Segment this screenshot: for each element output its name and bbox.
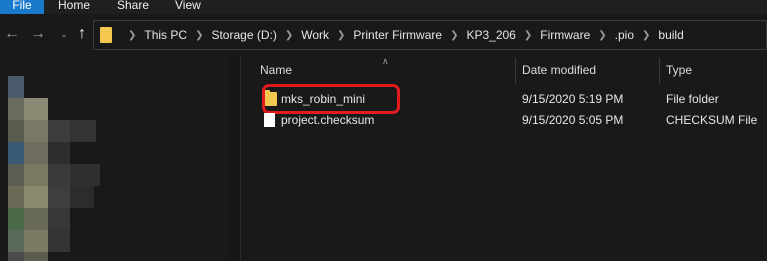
- breadcrumb-kp3-206[interactable]: KP3_206: [466, 28, 515, 42]
- ribbon-tabs: File Home Share View: [0, 0, 767, 14]
- redacted-block: [48, 230, 70, 252]
- redacted-block: [24, 120, 48, 142]
- redacted-block: [70, 120, 96, 142]
- redacted-block: [8, 186, 24, 208]
- back-arrow-icon[interactable]: ←: [2, 24, 22, 44]
- redacted-block: [24, 98, 48, 120]
- redacted-block: [8, 252, 24, 261]
- redacted-block: [24, 142, 48, 164]
- chevron-right-icon[interactable]: ❯: [195, 30, 203, 41]
- breadcrumb-pio[interactable]: .pio: [615, 28, 634, 42]
- sidebar-scrollbar[interactable]: [228, 56, 240, 261]
- chevron-right-icon[interactable]: ❯: [285, 30, 293, 41]
- redacted-block: [8, 120, 24, 142]
- chevron-right-icon[interactable]: ❯: [337, 30, 345, 41]
- column-header-name[interactable]: Name: [260, 63, 292, 77]
- redacted-block: [24, 164, 48, 186]
- redacted-block: [8, 98, 24, 120]
- redacted-block: [24, 230, 48, 252]
- forward-arrow-icon[interactable]: →: [28, 24, 48, 44]
- address-bar[interactable]: ❯ This PC ❯ Storage (D:) ❯ Work ❯ Printe…: [93, 20, 767, 50]
- redacted-block: [48, 208, 70, 230]
- folder-icon: [100, 27, 112, 43]
- redacted-block: [8, 76, 24, 98]
- redacted-block: [70, 164, 100, 186]
- breadcrumb-build[interactable]: build: [658, 28, 683, 42]
- redacted-block: [8, 208, 24, 230]
- column-divider[interactable]: [515, 58, 516, 84]
- up-arrow-icon[interactable]: ↑: [72, 24, 92, 44]
- column-divider[interactable]: [659, 58, 660, 84]
- tab-file[interactable]: File: [0, 0, 44, 14]
- tab-view[interactable]: View: [165, 0, 211, 14]
- file-date-modified: 9/15/2020 5:05 PM: [522, 113, 624, 127]
- chevron-right-icon[interactable]: ❯: [642, 30, 650, 41]
- redacted-block: [48, 142, 70, 164]
- recent-locations-chevron-icon[interactable]: ⌄: [54, 24, 74, 44]
- list-item[interactable]: mks_robin_mini 9/15/2020 5:19 PM File fo…: [255, 84, 767, 114]
- list-item[interactable]: project.checksum 9/15/2020 5:05 PM CHECK…: [255, 110, 767, 130]
- chevron-right-icon[interactable]: ❯: [524, 30, 532, 41]
- file-type: CHECKSUM File: [666, 113, 758, 127]
- file-list: ∧ Name Date modified Type mks_robin_mini…: [241, 56, 767, 261]
- column-header-type[interactable]: Type: [666, 63, 692, 77]
- redacted-block: [48, 120, 70, 142]
- redacted-block: [24, 208, 48, 230]
- breadcrumb: ❯ This PC ❯ Storage (D:) ❯ Work ❯ Printe…: [120, 21, 684, 49]
- redacted-block: [8, 230, 24, 252]
- file-name[interactable]: project.checksum: [281, 113, 374, 127]
- sort-ascending-icon: ∧: [382, 56, 389, 66]
- redacted-block: [8, 142, 24, 164]
- redacted-block: [24, 252, 48, 261]
- breadcrumb-this-pc[interactable]: This PC: [144, 28, 187, 42]
- navigation-bar: ← → ⌄ ↑ ❯ This PC ❯ Storage (D:) ❯ Work …: [0, 14, 767, 56]
- breadcrumb-firmware[interactable]: Firmware: [540, 28, 590, 42]
- breadcrumb-storage-d[interactable]: Storage (D:): [211, 28, 276, 42]
- chevron-right-icon[interactable]: ❯: [598, 30, 606, 41]
- redacted-block: [24, 186, 48, 208]
- tab-share[interactable]: Share: [107, 0, 159, 14]
- breadcrumb-work[interactable]: Work: [301, 28, 329, 42]
- breadcrumb-printer-firmware[interactable]: Printer Firmware: [353, 28, 442, 42]
- tab-home[interactable]: Home: [48, 0, 100, 14]
- redacted-block: [8, 164, 24, 186]
- chevron-right-icon[interactable]: ❯: [128, 30, 136, 41]
- file-type: File folder: [666, 92, 719, 106]
- file-icon: [264, 113, 275, 127]
- file-date-modified: 9/15/2020 5:19 PM: [522, 92, 624, 106]
- navigation-pane: [0, 56, 240, 261]
- redacted-block: [70, 186, 94, 208]
- column-header-date-modified[interactable]: Date modified: [522, 63, 596, 77]
- chevron-right-icon[interactable]: ❯: [450, 30, 458, 41]
- redacted-block: [48, 186, 70, 208]
- redacted-block: [48, 164, 70, 186]
